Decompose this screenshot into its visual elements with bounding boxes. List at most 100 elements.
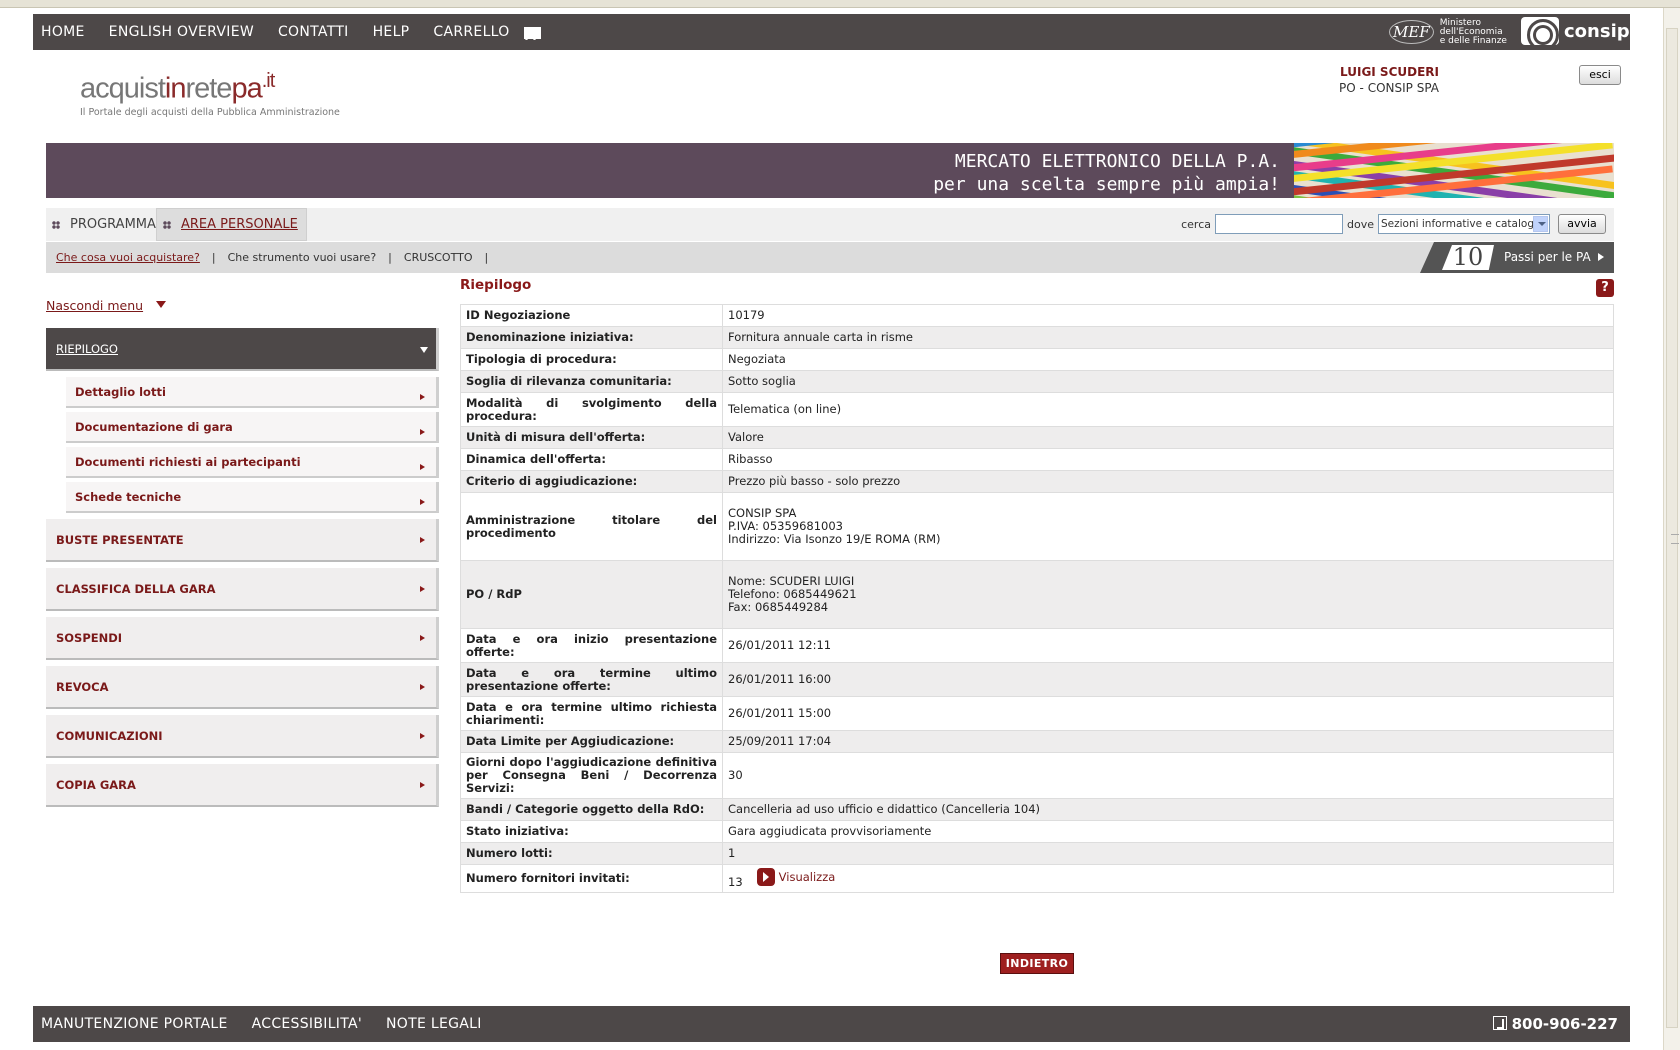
- scrollbar-thumb[interactable]: [1666, 28, 1679, 1028]
- portal-tagline: Il Portale degli acquisti della Pubblica…: [80, 106, 340, 118]
- row-value: 13 Visualizza: [722, 864, 1614, 893]
- sidebar-subitem-schede-tecniche[interactable]: Schede tecniche: [66, 482, 439, 513]
- table-row: Bandi / Categorie oggetto della RdO: Canc…: [460, 798, 1614, 821]
- tab-area-personale-label: AREA PERSONALE: [181, 217, 298, 232]
- sidebar-item-label: CLASSIFICA DELLA GARA: [56, 582, 216, 596]
- logout-button[interactable]: esci: [1579, 65, 1621, 85]
- row-value: Gara aggiudicata provvisoriamente: [722, 820, 1614, 843]
- chevron-down-icon[interactable]: [1533, 216, 1548, 232]
- row-value-text: Fornitura annuale carta in risme: [728, 330, 914, 344]
- sidebar-item-label: SOSPENDI: [56, 631, 123, 645]
- chevron-down-icon: [420, 347, 428, 357]
- sidebar-item-revoca[interactable]: REVOCA: [46, 666, 439, 709]
- row-value: Fornitura annuale carta in risme: [722, 326, 1614, 349]
- row-value: Telematica (on line): [722, 392, 1614, 427]
- sidebar-subitem-dettaglio-lotti[interactable]: Dettaglio lotti: [66, 377, 439, 408]
- table-row: Stato iniziativa: Gara aggiudicata provvi…: [460, 820, 1614, 843]
- consip-logo-block[interactable]: consip: [1521, 17, 1630, 45]
- footer-note-legali[interactable]: NOTE LEGALI: [386, 1016, 482, 1032]
- row-label: Denominazione iniziativa:: [460, 326, 723, 349]
- logo-part-it: .it: [261, 70, 276, 92]
- nav-home[interactable]: HOME: [41, 24, 85, 40]
- sidebar-subitem-documentazione[interactable]: Documentazione di gara: [66, 412, 439, 443]
- user-organization: PO - CONSIP SPA: [1339, 81, 1439, 95]
- mef-logo-block[interactable]: MEF Ministero dell'Economia e delle Fina…: [1389, 18, 1507, 46]
- tab-area-personale[interactable]: AREA PERSONALE: [156, 208, 307, 241]
- sidebar-item-sospendi[interactable]: SOSPENDI: [46, 617, 439, 660]
- table-row: Modalità di svolgimento della procedura:…: [460, 392, 1614, 427]
- row-value: Prezzo più basso - solo prezzo: [722, 470, 1614, 493]
- cart-icon[interactable]: [522, 24, 541, 40]
- row-value: 30: [722, 752, 1614, 799]
- row-value: Nome: SCUDERI LUIGI Telefono: 0685449621…: [722, 560, 1614, 629]
- hide-menu-toggle[interactable]: Nascondi menu: [46, 298, 166, 313]
- footer-accessibilita[interactable]: ACCESSIBILITA': [252, 1016, 362, 1032]
- row-value: Valore: [722, 426, 1614, 449]
- back-button[interactable]: INDIETRO: [1000, 953, 1074, 974]
- row-value-text: Sotto soglia: [728, 374, 796, 388]
- link-strumento[interactable]: Che strumento vuoi usare?: [228, 251, 377, 264]
- passi-number: 10: [1442, 245, 1494, 270]
- sidebar-item-riepilogo[interactable]: RIEPILOGO: [46, 328, 439, 371]
- help-icon[interactable]: ?: [1596, 279, 1614, 297]
- tab-programma[interactable]: PROGRAMMA: [52, 208, 156, 241]
- banner-line-1: MERCATO ELETTRONICO DELLA P.A.: [954, 151, 1280, 172]
- arrow-right-icon: [420, 635, 428, 641]
- arrow-right-icon: [420, 782, 428, 788]
- arrow-right-icon: [420, 586, 428, 592]
- sidebar-item-comunicazioni[interactable]: COMUNICAZIONI: [46, 715, 439, 758]
- search-label: cerca: [1181, 217, 1211, 231]
- table-row: Data e ora termine ultimo richiesta chia…: [460, 696, 1614, 731]
- arrow-right-icon: [420, 733, 428, 739]
- search-submit-button[interactable]: avvia: [1558, 214, 1606, 234]
- row-value-text: Cancelleria ad uso ufficio e didattico (…: [728, 802, 1041, 816]
- tab-programma-label: PROGRAMMA: [70, 217, 156, 232]
- sidebar-item-classifica[interactable]: CLASSIFICA DELLA GARA: [46, 568, 439, 611]
- nav-contatti[interactable]: CONTATTI: [278, 24, 349, 40]
- table-row: Dinamica dell'offerta: Ribasso: [460, 448, 1614, 471]
- row-label: Giorni dopo l'aggiudicazione definitiva …: [460, 752, 723, 799]
- portal-brand[interactable]: acquistinretepa.it Il Portale degli acqu…: [80, 70, 340, 118]
- sidebar-subitem-documenti-richiesti[interactable]: Documenti richiesti ai partecipanti: [66, 447, 439, 478]
- link-cruscotto[interactable]: CRUSCOTTO: [404, 251, 473, 264]
- sidebar-item-label: COPIA GARA: [56, 778, 136, 792]
- row-label: Criterio di aggiudicazione:: [460, 470, 723, 493]
- nav-english-overview[interactable]: ENGLISH OVERVIEW: [109, 24, 254, 40]
- passi-per-pa-button[interactable]: 10 Passi per le PA: [1420, 242, 1614, 273]
- nav-help[interactable]: HELP: [373, 24, 410, 40]
- row-value: Cancelleria ad uso ufficio e didattico (…: [722, 798, 1614, 821]
- search-input[interactable]: [1215, 214, 1343, 234]
- vertical-scrollbar[interactable]: [1663, 8, 1680, 1050]
- row-value: 26/01/2011 12:11: [722, 628, 1614, 663]
- arrow-right-icon: [420, 394, 428, 400]
- triangle-down-icon: [156, 301, 166, 313]
- sidebar-item-copia-gara[interactable]: COPIA GARA: [46, 764, 439, 807]
- arrow-right-icon: [420, 499, 428, 505]
- separator: |: [211, 251, 216, 264]
- sidebar-item-buste-presentate[interactable]: BUSTE PRESENTATE: [46, 519, 439, 562]
- row-value-text: 13: [728, 875, 743, 889]
- search-scope-select[interactable]: Sezioni informative e catalogo: [1378, 214, 1550, 234]
- arrow-right-icon: [420, 684, 428, 690]
- logo-part-pa: pa: [231, 72, 262, 105]
- table-row: Data Limite per Aggiudicazione: 25/09/201…: [460, 730, 1614, 753]
- row-label: Data e ora termine ultimo richiesta chia…: [460, 696, 723, 731]
- row-value-text: Prezzo più basso - solo prezzo: [728, 474, 901, 488]
- table-row: Unità di misura dell'offerta: Valore: [460, 426, 1614, 449]
- sidebar-item-label: COMUNICAZIONI: [56, 729, 163, 743]
- row-label: Data e ora inizio presentazione offerte:: [460, 628, 723, 663]
- table-row: Tipologia di procedura: Negoziata: [460, 348, 1614, 371]
- table-row: Amministrazione titolare del procediment…: [460, 492, 1614, 561]
- grid-dots-icon: [163, 220, 171, 229]
- link-cosa-acquistare[interactable]: Che cosa vuoi acquistare?: [56, 251, 200, 264]
- mef-logo: MEF: [1389, 20, 1434, 44]
- nav-carrello[interactable]: CARRELLO: [433, 24, 509, 40]
- mepa-banner[interactable]: MERCATO ELETTRONICO DELLA P.A. per una s…: [46, 143, 1614, 198]
- banner-text: MERCATO ELETTRONICO DELLA P.A. per una s…: [933, 150, 1280, 196]
- view-invited-suppliers-link[interactable]: Visualizza: [756, 868, 835, 886]
- footer-manutenzione[interactable]: MANUTENZIONE PORTALE: [41, 1016, 228, 1032]
- row-label: PO / RdP: [460, 560, 723, 629]
- row-label: Stato iniziativa:: [460, 820, 723, 843]
- table-row: Denominazione iniziativa: Fornitura annua…: [460, 326, 1614, 349]
- summary-table: ID Negoziazione 10179 Denominazione inizia…: [460, 304, 1614, 893]
